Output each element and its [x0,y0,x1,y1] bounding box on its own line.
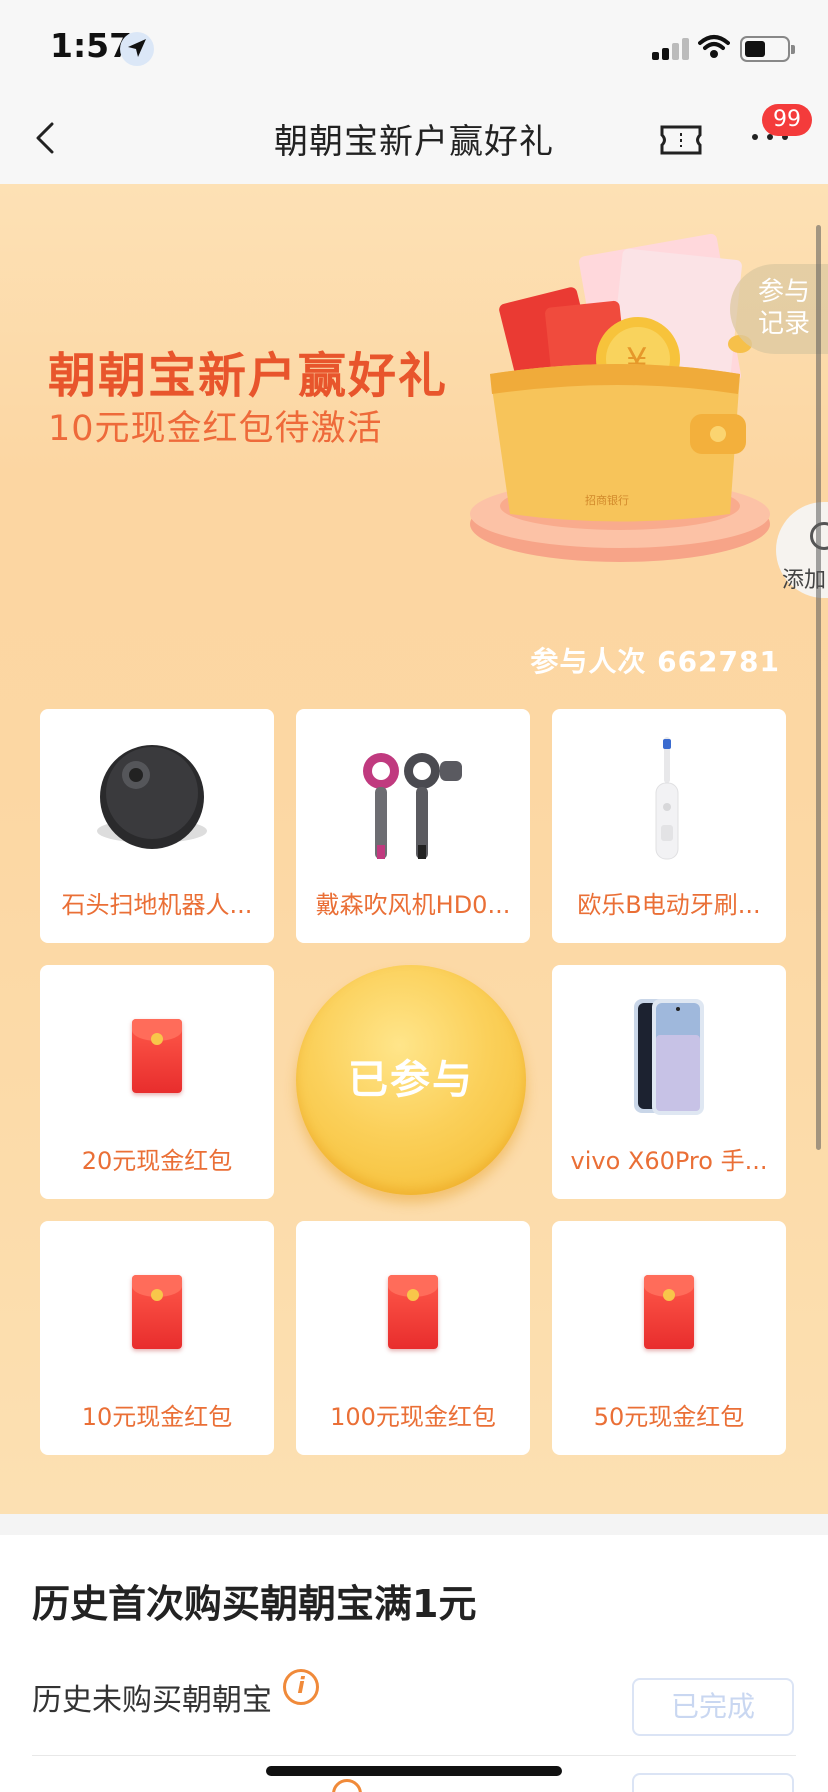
red-envelope-icon [388,1275,438,1349]
prize-label: 100元现金红包 [330,1403,496,1431]
red-envelope-icon [644,1275,694,1349]
prize-label: 20元现金红包 [81,1147,233,1175]
nav-title: 朝朝宝新户赢好礼 [274,122,554,162]
promo-banner: 朝朝宝新户赢好礼 10元现金红包待激活 ¥ 招商银行 参与 记录 添加 参与人次… [0,184,828,1514]
divider [32,1755,796,1756]
task-title: 历史首次购买朝朝宝满1元 [32,1582,477,1626]
screen: { "status_bar": { "time": "1:57" }, "nav… [0,0,828,1792]
participants-count: 参与人次 662781 [530,645,780,678]
prize-label: 石头扫地机器人... [61,891,253,919]
prize-card-robot-vacuum[interactable]: 石头扫地机器人... [40,709,274,943]
prize-card-hair-dryer[interactable]: 戴森吹风机HD0... [296,709,530,943]
ticket-icon[interactable] [660,125,702,155]
battery-icon [740,36,795,62]
task-section: 历史首次购买朝朝宝满1元 历史未购买朝朝宝 i 已完成 [0,1535,828,1792]
toothbrush-icon [655,737,679,860]
completed-button[interactable]: 已完成 [632,1678,794,1736]
red-envelope-icon [132,1019,182,1093]
wallet-illustration: ¥ 招商银行 [470,233,770,562]
prize-card-toothbrush[interactable]: 欧乐B电动牙刷... [552,709,786,943]
info-icon[interactable]: i [283,1669,319,1705]
prize-card-phone[interactable]: vivo X60Pro 手... [552,965,786,1199]
prize-card-red-envelope-10[interactable]: 10元现金红包 [40,1221,274,1455]
location-arrow-icon [120,32,154,66]
banner-subtitle: 10元现金红包待激活 [48,409,383,449]
svg-text:招商银行: 招商银行 [585,493,629,507]
prize-label: 10元现金红包 [81,1403,233,1431]
prize-card-red-envelope-20[interactable]: 20元现金红包 [40,965,274,1199]
phone-icon [634,999,704,1115]
scrollbar[interactable] [816,225,821,1150]
prize-label: 50元现金红包 [593,1403,745,1431]
hair-dryer-icon [363,753,462,859]
prize-label: vivo X60Pro 手... [570,1147,768,1175]
prize-grid: 石头扫地机器人... 戴森吹风机HD0... 欧乐B电动牙刷... 20元现金红… [40,709,786,1455]
joined-button[interactable]: 已参与 [296,965,526,1195]
prize-card-red-envelope-100[interactable]: 100元现金红包 [296,1221,530,1455]
participation-record-tab[interactable]: 参与 记录 [730,264,828,354]
cellular-signal-icon [652,36,690,60]
nav-bar: 朝朝宝新户赢好礼 99 [0,92,828,184]
wifi-icon [698,35,730,58]
robot-vacuum-icon [97,745,207,849]
status-bar: 1:57 [0,0,828,92]
home-indicator [266,1766,562,1776]
task-row-label: 历史未购买朝朝宝 [32,1683,272,1718]
task-button[interactable] [632,1773,794,1792]
banner-title: 朝朝宝新户赢好礼 [48,348,449,404]
prize-label: 戴森吹风机HD0... [315,891,511,919]
notification-badge: 99 [762,104,812,136]
prize-card-red-envelope-50[interactable]: 50元现金红包 [552,1221,786,1455]
red-envelope-icon [132,1275,182,1349]
info-icon[interactable] [332,1779,362,1792]
prize-label: 欧乐B电动牙刷... [577,891,761,919]
